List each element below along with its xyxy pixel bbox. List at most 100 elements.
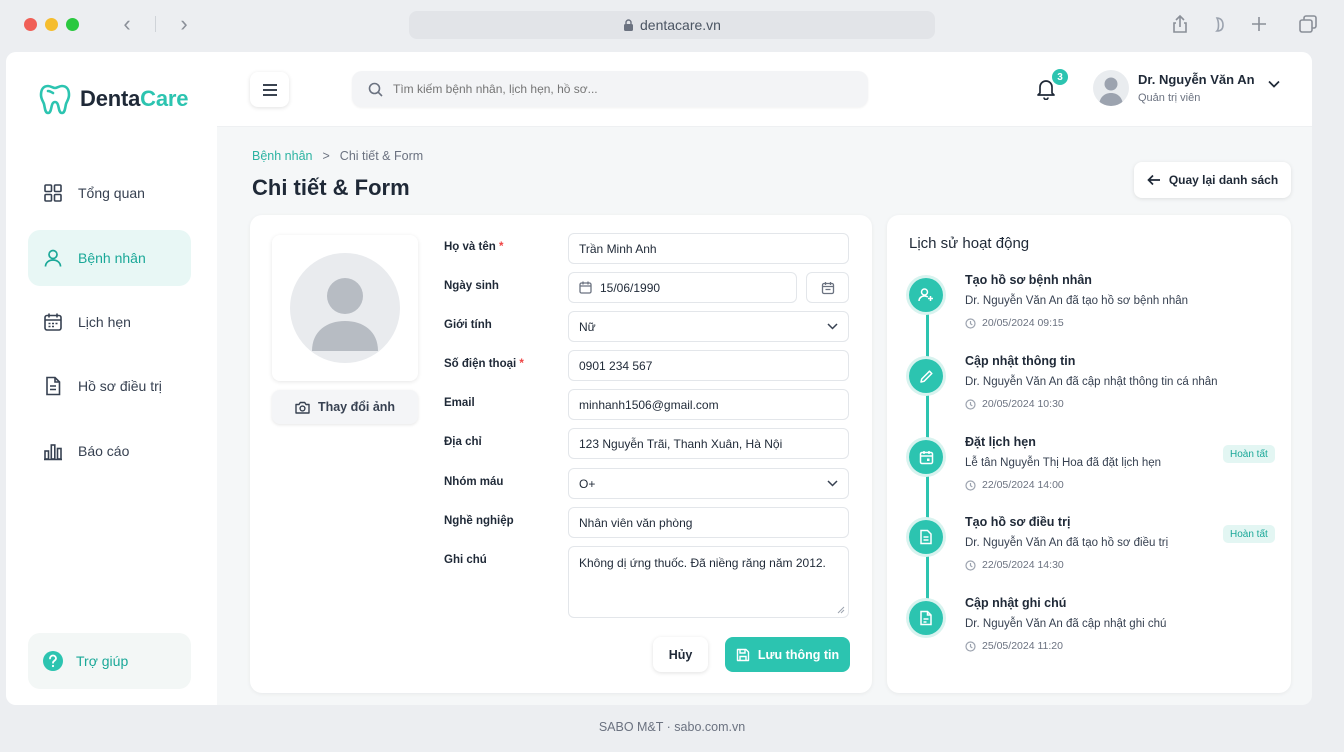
timeline-item-title: Tạo hồ sơ điều trị <box>965 515 1071 529</box>
field-label: Nhóm máu <box>444 476 504 488</box>
sidebar-item-lich-hen[interactable]: Lịch hẹn <box>28 294 191 350</box>
timeline-time-text: 20/05/2024 10:30 <box>982 398 1064 410</box>
field-value: Trần Minh Anh <box>579 241 657 256</box>
sidebar-item-benh-nhan[interactable]: Bệnh nhân <box>28 230 191 286</box>
timeline-item: Tạo hồ sơ bệnh nhân Dr. Nguyễn Văn An đã… <box>909 273 1279 343</box>
back-arrow-icon[interactable]: ‹ <box>117 13 137 35</box>
date-picker-button[interactable] <box>806 272 849 303</box>
clock-icon <box>965 317 976 329</box>
timeline-item-time: 20/05/2024 10:30 <box>965 398 1064 410</box>
required-marker: * <box>519 358 524 370</box>
full-name-field[interactable]: Trần Minh Anh <box>568 233 849 264</box>
label-dia-chi: Địa chỉ <box>444 436 482 448</box>
app-window: DentaCare Tổng quan Bệnh nhân Lịch hẹn H… <box>6 52 1312 705</box>
notification-count-badge: 3 <box>1052 69 1068 85</box>
timeline-item-time: 25/05/2024 11:20 <box>965 640 1063 652</box>
bar-chart-icon <box>42 440 64 462</box>
label-gioi-tinh: Giới tính <box>444 319 492 331</box>
resize-handle-icon[interactable] <box>837 606 845 614</box>
user-menu[interactable]: Dr. Nguyễn Văn An Quản trị viên <box>1093 68 1293 112</box>
breadcrumb-separator: > <box>322 149 330 163</box>
search-bar[interactable] <box>352 71 868 107</box>
occupation-field[interactable]: Nhân viên văn phòng <box>568 507 849 538</box>
field-label: Email <box>444 397 475 409</box>
field-value: Nữ <box>579 319 596 334</box>
grid-icon <box>42 182 64 204</box>
chevron-down-icon[interactable] <box>1268 80 1280 88</box>
breadcrumb-parent-link[interactable]: Bệnh nhân <box>252 149 312 163</box>
field-label: Ngày sinh <box>444 280 499 292</box>
menu-toggle-button[interactable] <box>250 72 289 107</box>
timeline-item-desc: Dr. Nguyễn Văn An đã cập nhật ghi chú <box>965 618 1167 630</box>
email-field[interactable]: minhanh1506@gmail.com <box>568 389 849 420</box>
field-label: Địa chỉ <box>444 436 482 448</box>
calendar-icon <box>42 311 64 333</box>
user-name: Dr. Nguyễn Văn An <box>1138 72 1255 87</box>
birth-date-field[interactable]: 15/06/1990 <box>568 272 797 303</box>
clock-icon <box>965 479 976 491</box>
search-input[interactable] <box>393 82 833 96</box>
note-icon <box>909 601 943 635</box>
sidebar-item-ho-so-dieu-tri[interactable]: Hồ sơ điều trị <box>28 358 191 414</box>
chevron-down-icon <box>827 480 838 487</box>
timeline-time-text: 25/05/2024 11:20 <box>982 640 1063 652</box>
timeline-item-desc: Dr. Nguyễn Văn An đã tạo hồ sơ điều trị <box>965 537 1169 549</box>
history-title: Lịch sử hoạt động <box>909 235 1030 252</box>
address-field[interactable]: 123 Nguyễn Trãi, Thanh Xuân, Hà Nội <box>568 428 849 459</box>
gender-select[interactable]: Nữ <box>568 311 849 342</box>
clock-icon <box>965 559 976 571</box>
sidebar-item-label: Hồ sơ điều trị <box>78 378 162 394</box>
change-photo-button[interactable]: Thay đổi ảnh <box>272 390 418 424</box>
close-window-button[interactable] <box>24 18 37 31</box>
clock-icon <box>965 640 976 652</box>
chevron-down-icon <box>827 323 838 330</box>
brand-name: DentaCare <box>80 86 188 112</box>
sidebar-item-bao-cao[interactable]: Báo cáo <box>28 423 191 479</box>
status-badge: Hoàn tất <box>1223 445 1275 463</box>
required-marker: * <box>498 241 504 253</box>
browser-chrome: ‹ › dentacare.vn <box>0 0 1344 52</box>
cancel-button[interactable]: Hủy <box>653 637 708 672</box>
help-button[interactable]: Trợ giúp <box>28 633 191 689</box>
timeline-item-desc: Lễ tân Nguyễn Thị Hoa đã đặt lịch hẹn <box>965 457 1162 469</box>
timeline-item: Cập nhật ghi chú Dr. Nguyễn Văn An đã cậ… <box>909 596 1279 666</box>
save-icon <box>736 648 750 661</box>
help-label: Trợ giúp <box>76 653 129 669</box>
pencil-icon <box>909 359 943 393</box>
field-label: Họ và tên <box>444 241 496 253</box>
topbar: 3 Dr. Nguyễn Văn An Quản trị viên <box>217 52 1312 127</box>
lock-icon <box>624 19 634 31</box>
question-icon <box>43 651 63 671</box>
sidebar-item-tong-quan[interactable]: Tổng quan <box>28 165 191 221</box>
user-plus-icon <box>909 278 943 312</box>
blood-type-select[interactable]: O+ <box>568 468 849 499</box>
brand-name-part2: Care <box>140 86 189 111</box>
share-icon[interactable] <box>1168 12 1192 36</box>
status-badge: Hoàn tất <box>1223 525 1275 543</box>
patient-form-card: Thay đổi ảnh Họ và tên * Trần Minh Anh N… <box>250 215 872 693</box>
field-label: Giới tính <box>444 319 492 331</box>
phone-field[interactable]: 0901 234 567 <box>568 350 849 381</box>
document-icon <box>909 520 943 554</box>
nav-divider <box>155 16 156 32</box>
timeline-time-text: 22/05/2024 14:00 <box>982 479 1064 491</box>
back-to-list-button[interactable]: Quay lại danh sách <box>1134 162 1291 198</box>
new-tab-icon[interactable] <box>1247 12 1271 36</box>
minimize-window-button[interactable] <box>45 18 58 31</box>
save-button[interactable]: Lưu thông tin <box>725 637 850 672</box>
maximize-window-button[interactable] <box>66 18 79 31</box>
notes-textarea[interactable]: Không dị ứng thuốc. Đã niềng răng năm 20… <box>568 546 849 618</box>
extension-icon[interactable] <box>1208 12 1232 36</box>
tabs-overview-icon[interactable] <box>1296 12 1320 36</box>
brand-logo[interactable]: DentaCare <box>38 82 188 116</box>
arrow-left-icon <box>1147 174 1160 186</box>
user-role: Quản trị viên <box>1138 92 1201 104</box>
user-icon <box>42 247 64 269</box>
timeline-item: Tạo hồ sơ điều trị Dr. Nguyễn Văn An đã … <box>909 515 1279 585</box>
save-button-label: Lưu thông tin <box>757 647 840 662</box>
footer-credit: SABO M&T · sabo.com.vn <box>598 720 746 734</box>
clock-icon <box>965 398 976 410</box>
sidebar-item-label: Tổng quan <box>78 185 145 201</box>
forward-arrow-icon[interactable]: › <box>174 13 194 35</box>
address-bar[interactable]: dentacare.vn <box>409 11 935 39</box>
